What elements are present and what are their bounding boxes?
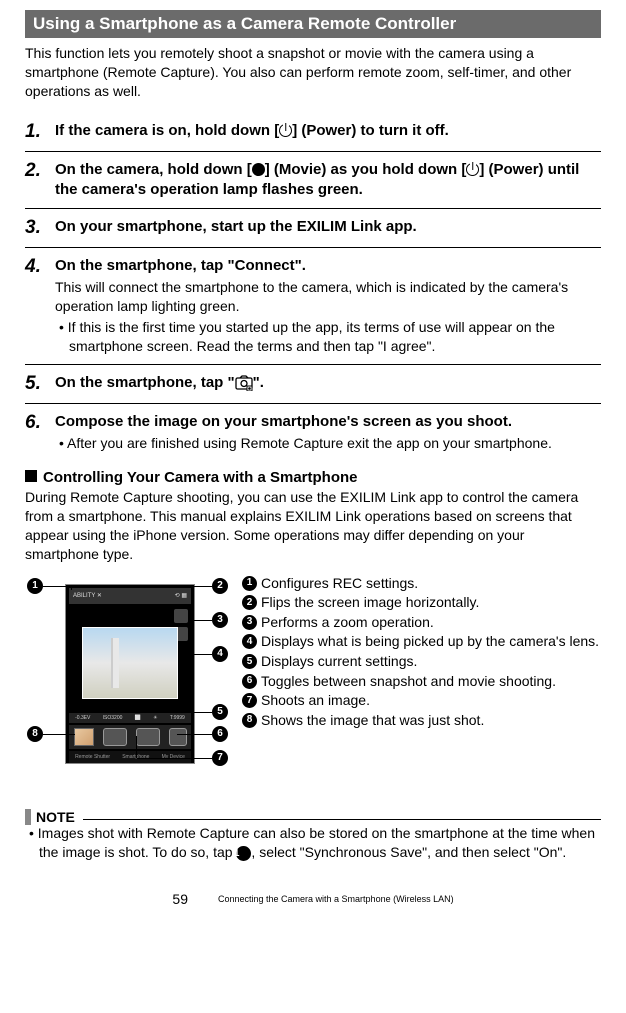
callout-6: 6	[212, 726, 228, 742]
legend-text: Displays what is being picked up by the …	[261, 632, 599, 652]
step-num: 2.	[25, 160, 47, 182]
legend-text: Performs a zoom operation.	[261, 613, 434, 633]
legend-num-1: 1	[242, 576, 257, 591]
step-title: Compose the image on your smartphone's s…	[55, 412, 601, 432]
step-text: If the camera is on, hold down [	[55, 122, 279, 139]
legend-num-5: 5	[242, 654, 257, 669]
controls-bar	[69, 725, 191, 749]
step-num: 5.	[25, 373, 47, 395]
step-title: On the smartphone, tap "Connect".	[55, 256, 601, 276]
step-title: On your smartphone, start up the EXILIM …	[55, 217, 601, 237]
extra-button	[169, 728, 187, 746]
step-3: 3. On your smartphone, start up the EXIL…	[25, 208, 601, 247]
chapter-title: Connecting the Camera with a Smartphone …	[218, 895, 454, 905]
step-1: 1. If the camera is on, hold down [ ] (Po…	[25, 113, 601, 151]
step-text: ] (Power) to turn it off.	[292, 122, 449, 139]
note-ref-callout: 1	[236, 846, 251, 861]
power-icon	[466, 163, 479, 176]
step-text: ".	[253, 374, 264, 391]
note-text-post: , select "Synchronous Save", and then se…	[251, 844, 566, 860]
note-block: NOTE Images shot with Remote Capture can…	[25, 809, 601, 862]
step-5: 5. On the smartphone, tap " ".	[25, 364, 601, 403]
legend-num-3: 3	[242, 615, 257, 630]
callout-3: 3	[212, 612, 228, 628]
intro-text: This function lets you remotely shoot a …	[25, 44, 601, 101]
step-num: 4.	[25, 256, 47, 278]
step-num: 6.	[25, 412, 47, 434]
step-text: ] (Movie) as you hold down [	[265, 161, 467, 178]
camera-preview	[82, 627, 178, 699]
step-num: 1.	[25, 121, 47, 143]
step-6: 6. Compose the image on your smartphone'…	[25, 403, 601, 461]
step-text: On the camera, hold down [	[55, 161, 252, 178]
legend-num-2: 2	[242, 595, 257, 610]
note-text: Images shot with Remote Capture can also…	[25, 824, 601, 862]
step-title: On the smartphone, tap " ".	[55, 373, 601, 393]
callout-2: 2	[212, 578, 228, 594]
legend: 1 Configures REC settings. 2 Flips the scr…	[242, 574, 601, 731]
subsection-desc: During Remote Capture shooting, you can …	[25, 488, 601, 564]
legend-text: Toggles between snapshot and movie shoot…	[261, 672, 556, 692]
legend-num-7: 7	[242, 693, 257, 708]
legend-text: Shows the image that was just shot.	[261, 711, 484, 731]
callout-7: 7	[212, 750, 228, 766]
legend-num-4: 4	[242, 634, 257, 649]
step-bullet: After you are finished using Remote Capt…	[55, 434, 601, 453]
note-divider	[83, 819, 601, 820]
callout-1: 1	[27, 578, 43, 594]
step-title: If the camera is on, hold down [ ] (Power…	[55, 121, 601, 141]
phone-diagram: ABILITY ✕⟲ ▦ -0.3EVISO3200⬜☀T:9999 Remot…	[25, 574, 230, 769]
shutter-button	[103, 728, 127, 746]
section-header: Using a Smartphone as a Camera Remote Co…	[25, 10, 601, 38]
legend-text: Flips the screen image horizontally.	[261, 593, 479, 613]
phone-topbar: ABILITY ✕⟲ ▦	[69, 588, 191, 604]
callout-4: 4	[212, 646, 228, 662]
step-text: On the smartphone, tap "	[55, 374, 235, 391]
last-shot-thumb	[74, 728, 94, 746]
flip-button	[174, 609, 188, 623]
step-bullet: If this is the first time you started up…	[55, 318, 601, 356]
mode-toggle	[136, 728, 160, 746]
settings-bar: -0.3EVISO3200⬜☀T:9999	[69, 713, 191, 723]
legend-text: Configures REC settings.	[261, 574, 418, 594]
bottom-tabs: Remote ShutterSmartphoneMy Device	[69, 751, 191, 763]
legend-text: Displays current settings.	[261, 652, 417, 672]
camera-app-icon	[235, 375, 253, 391]
subsection-title: Controlling Your Camera with a Smartphon…	[25, 469, 601, 486]
callout-5: 5	[212, 704, 228, 720]
note-label: NOTE	[25, 809, 75, 825]
legend-num-8: 8	[242, 713, 257, 728]
footer: 59 Connecting the Camera with a Smartpho…	[25, 891, 601, 907]
callout-8: 8	[27, 726, 43, 742]
step-num: 3.	[25, 217, 47, 239]
legend-text: Shoots an image.	[261, 691, 370, 711]
page-number: 59	[172, 891, 188, 907]
step-2: 2. On the camera, hold down [ ] (Movie) a…	[25, 151, 601, 209]
record-icon	[252, 163, 265, 176]
step-desc: This will connect the smartphone to the …	[55, 278, 601, 316]
power-icon	[279, 124, 292, 137]
step-title: On the camera, hold down [ ] (Movie) as y…	[55, 160, 601, 201]
legend-num-6: 6	[242, 674, 257, 689]
step-4: 4. On the smartphone, tap "Connect". Thi…	[25, 247, 601, 364]
phone-screen: ABILITY ✕⟲ ▦ -0.3EVISO3200⬜☀T:9999 Remot…	[65, 584, 195, 764]
